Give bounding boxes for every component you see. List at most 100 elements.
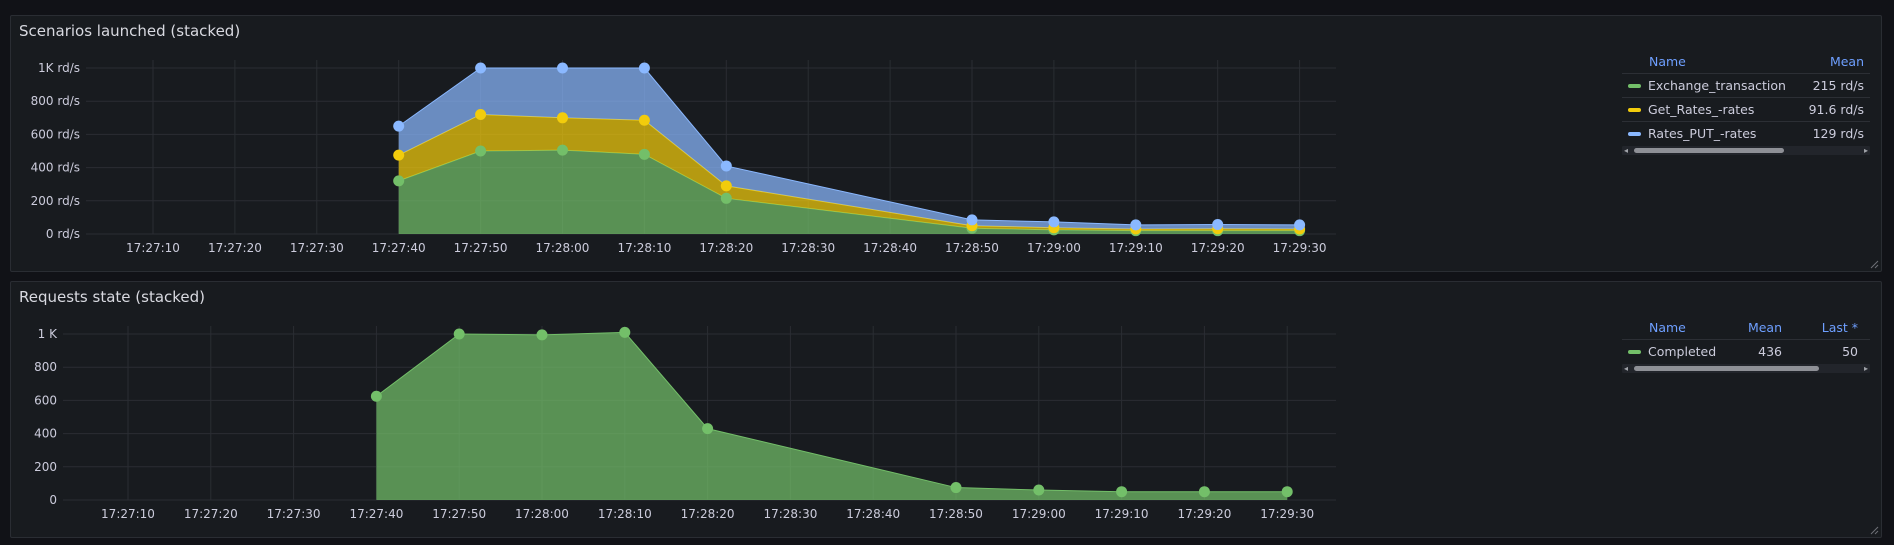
y-tick-label: 1 K xyxy=(38,327,58,341)
x-tick-label: 17:28:50 xyxy=(945,241,999,255)
data-point[interactable] xyxy=(1033,484,1045,496)
chart-scenarios-launched: 0 rd/s 200 rd/s 400 rd/s 600 rd/s 800 rd/s 1K… xyxy=(31,60,1336,255)
data-point[interactable] xyxy=(536,329,548,341)
data-point[interactable] xyxy=(720,160,732,172)
data-point[interactable] xyxy=(1198,486,1210,498)
x-tick-label: 17:29:20 xyxy=(1191,241,1245,255)
y-tick-label: 400 xyxy=(34,427,57,441)
x-tick-label: 17:28:50 xyxy=(929,507,983,521)
y-tick-label: 0 rd/s xyxy=(46,227,80,241)
data-point[interactable] xyxy=(1048,216,1060,228)
x-tick-label: 17:27:50 xyxy=(454,241,508,255)
legend-scenarios: Name Mean Exchange_transaction 215 rd/s … xyxy=(1622,51,1870,181)
x-tick-label: 17:29:30 xyxy=(1260,507,1314,521)
x-tick-label: 17:28:30 xyxy=(763,507,817,521)
series-name: Get_Rates_-rates xyxy=(1648,102,1755,117)
x-tick-label: 17:29:00 xyxy=(1012,507,1066,521)
series-color-swatch xyxy=(1628,108,1641,112)
x-tick-label: 17:29:00 xyxy=(1027,241,1081,255)
data-point[interactable] xyxy=(638,148,650,160)
data-point[interactable] xyxy=(966,214,978,226)
series-last: 50 xyxy=(1842,344,1858,359)
scroll-left-icon[interactable]: ◂ xyxy=(1624,146,1628,155)
series-mean: 215 rd/s xyxy=(1812,78,1864,93)
panel-title[interactable]: Requests state (stacked) xyxy=(19,288,205,306)
x-tick-label: 17:28:00 xyxy=(536,241,590,255)
scrollbar-thumb[interactable] xyxy=(1634,148,1784,153)
resize-handle-icon[interactable] xyxy=(1870,260,1879,269)
data-point[interactable] xyxy=(619,326,631,338)
y-tick-label: 800 rd/s xyxy=(31,94,80,108)
series-mean: 129 rd/s xyxy=(1812,126,1864,141)
legend-row[interactable]: Completed 436 50 xyxy=(1622,339,1870,364)
panel-title[interactable]: Scenarios launched (stacked) xyxy=(19,22,240,40)
series-name: Rates_PUT_-rates xyxy=(1648,126,1757,141)
legend-row[interactable]: Exchange_transaction 215 rd/s xyxy=(1622,73,1870,98)
x-tick-label: 17:28:10 xyxy=(617,241,671,255)
x-tick-label: 17:27:20 xyxy=(184,507,238,521)
legend-row[interactable]: Rates_PUT_-rates 129 rd/s xyxy=(1622,121,1870,146)
data-point[interactable] xyxy=(950,482,962,494)
x-tick-label: 17:29:30 xyxy=(1273,241,1327,255)
x-tick-label: 17:27:40 xyxy=(349,507,403,521)
y-tick-label: 800 xyxy=(34,360,57,374)
data-point[interactable] xyxy=(475,62,487,74)
data-point[interactable] xyxy=(393,175,405,187)
y-tick-label: 200 rd/s xyxy=(31,194,80,208)
x-tick-label: 17:28:00 xyxy=(515,507,569,521)
y-tick-label: 1K rd/s xyxy=(38,61,80,75)
data-point[interactable] xyxy=(720,180,732,192)
data-point[interactable] xyxy=(557,62,568,74)
series-color-swatch xyxy=(1628,350,1641,354)
data-point[interactable] xyxy=(1281,486,1293,498)
resize-handle-icon[interactable] xyxy=(1870,526,1879,535)
x-tick-label: 17:29:10 xyxy=(1095,507,1149,521)
y-tick-label: 600 rd/s xyxy=(31,127,80,141)
legend-row[interactable]: Get_Rates_-rates 91.6 rd/s xyxy=(1622,97,1870,122)
series-color-swatch xyxy=(1628,84,1641,88)
series-mean: 91.6 rd/s xyxy=(1808,102,1864,117)
data-point[interactable] xyxy=(1212,219,1224,231)
data-point[interactable] xyxy=(557,112,568,124)
series-area xyxy=(376,332,1288,500)
data-point[interactable] xyxy=(702,423,714,435)
data-point[interactable] xyxy=(370,390,382,402)
scroll-right-icon[interactable]: ▸ xyxy=(1864,146,1868,155)
x-tick-label: 17:28:30 xyxy=(781,241,835,255)
series-mean: 436 xyxy=(1758,344,1782,359)
x-tick-label: 17:28:40 xyxy=(863,241,917,255)
series-color-swatch xyxy=(1628,132,1641,136)
data-point[interactable] xyxy=(1116,486,1128,498)
data-point[interactable] xyxy=(1294,219,1306,231)
data-point[interactable] xyxy=(475,145,487,157)
series-area xyxy=(398,150,1300,234)
data-point[interactable] xyxy=(557,144,568,156)
y-tick-label: 200 xyxy=(34,460,57,474)
scroll-left-icon[interactable]: ◂ xyxy=(1624,364,1628,373)
data-point[interactable] xyxy=(1130,219,1142,231)
x-tick-label: 17:27:20 xyxy=(208,241,262,255)
x-tick-label: 17:27:10 xyxy=(101,507,155,521)
data-point[interactable] xyxy=(475,108,487,120)
x-tick-label: 17:27:30 xyxy=(267,507,321,521)
data-point[interactable] xyxy=(638,62,650,74)
x-tick-label: 17:28:20 xyxy=(699,241,753,255)
y-tick-label: 600 xyxy=(34,393,57,407)
x-tick-label: 17:28:10 xyxy=(598,507,652,521)
data-point[interactable] xyxy=(453,328,465,340)
y-tick-label: 0 xyxy=(49,493,57,507)
data-point[interactable] xyxy=(393,120,405,132)
x-tick-label: 17:28:20 xyxy=(681,507,735,521)
legend-horizontal-scrollbar[interactable]: ◂ ▸ xyxy=(1622,146,1870,155)
scroll-right-icon[interactable]: ▸ xyxy=(1864,364,1868,373)
data-point[interactable] xyxy=(393,149,405,161)
series-name: Completed xyxy=(1648,344,1717,359)
x-tick-label: 17:27:10 xyxy=(126,241,180,255)
scrollbar-thumb[interactable] xyxy=(1634,366,1819,371)
x-tick-label: 17:28:40 xyxy=(846,507,900,521)
data-point[interactable] xyxy=(638,114,650,126)
legend-horizontal-scrollbar[interactable]: ◂ ▸ xyxy=(1622,364,1870,373)
x-tick-label: 17:29:20 xyxy=(1177,507,1231,521)
data-point[interactable] xyxy=(720,192,732,204)
panel-requests-state: Requests state (stacked) 0 200 400 600 800 1 … xyxy=(10,281,1882,538)
